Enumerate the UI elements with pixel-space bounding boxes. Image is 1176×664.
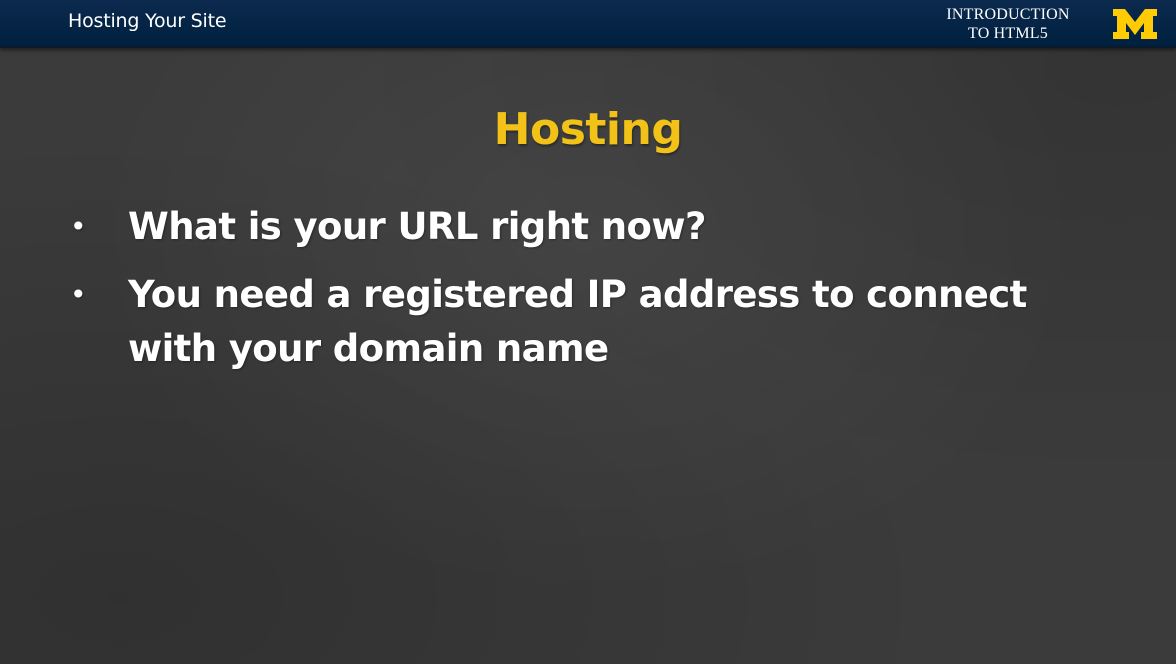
bullet-text: What is your URL right now? <box>128 205 706 248</box>
bullet-list: • What is your URL right now? • You need… <box>68 200 1068 390</box>
slide-heading: Hosting <box>493 104 683 155</box>
bullet-text: You need a registered IP address to conn… <box>128 273 1027 370</box>
slide: Hosting Your Site INTRODUCTION TO HTML5 … <box>0 0 1176 664</box>
bullet-item: • You need a registered IP address to co… <box>68 268 1068 376</box>
course-name-line-1: INTRODUCTION <box>946 6 1070 23</box>
bullet-item: • What is your URL right now? <box>68 200 1068 254</box>
block-m-logo-icon <box>1113 9 1157 39</box>
lecture-title: Hosting Your Site <box>68 10 227 32</box>
course-name: INTRODUCTION TO HTML5 <box>928 5 1088 43</box>
bullet-point-icon: • <box>70 210 87 243</box>
header-bar: Hosting Your Site INTRODUCTION TO HTML5 <box>0 0 1176 48</box>
course-name-line-2: TO HTML5 <box>968 25 1048 42</box>
bullet-point-icon: • <box>70 278 87 311</box>
